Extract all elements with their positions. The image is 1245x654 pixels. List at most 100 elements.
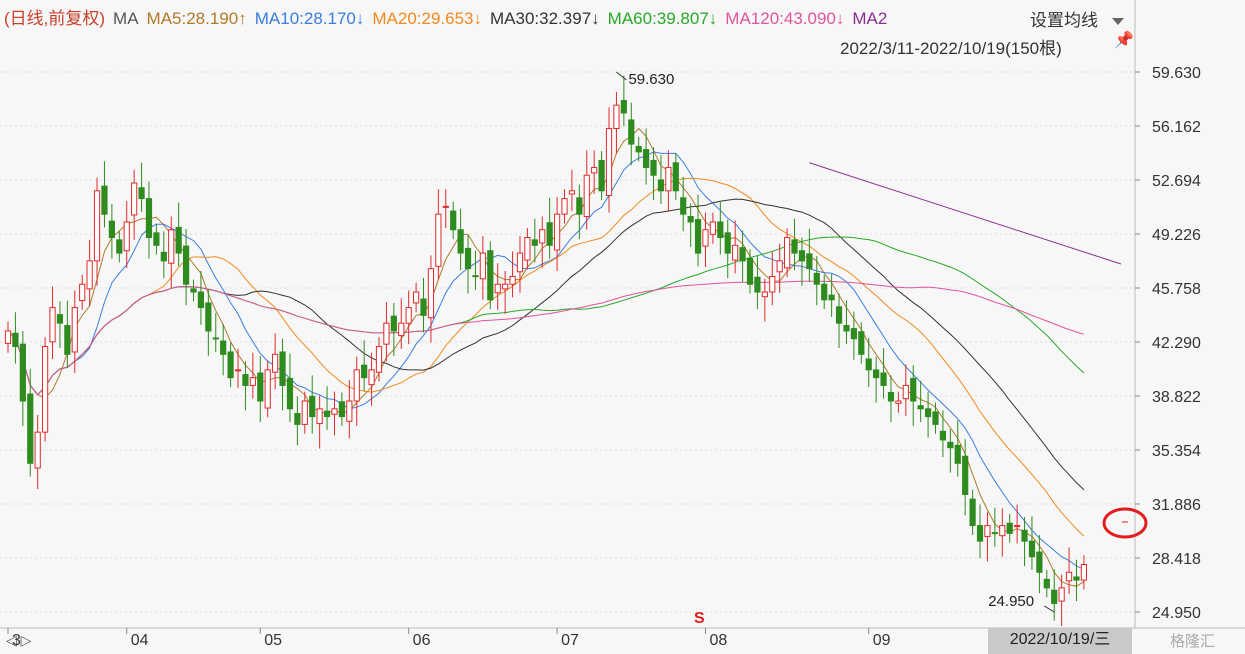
candle-body (880, 372, 887, 386)
candle (316, 395, 323, 449)
candle-body (1043, 578, 1050, 589)
candle-body (524, 237, 531, 261)
ma5-line (7, 127, 1085, 587)
grid-lines (0, 0, 1245, 634)
y-tick-label: 35.354 (1152, 443, 1201, 460)
highlight-circle (1102, 507, 1148, 539)
candle (242, 361, 249, 411)
candle-body (383, 322, 390, 345)
watermark: 格隆汇 (1170, 633, 1216, 650)
candle (873, 356, 880, 403)
candle (561, 189, 568, 224)
candle (1080, 555, 1088, 590)
candle (264, 360, 271, 418)
candle (160, 231, 167, 279)
candle-body (405, 307, 412, 324)
candle-body (190, 288, 197, 293)
candle-body (746, 258, 754, 285)
candle-body (316, 408, 323, 425)
candle-body (64, 324, 71, 355)
candle-body (4, 330, 12, 344)
candle-body (754, 276, 761, 293)
candle-body (346, 400, 353, 422)
candle (464, 235, 472, 294)
candle (19, 330, 26, 426)
candle (220, 323, 227, 376)
candle-body (954, 444, 961, 464)
candle (346, 379, 353, 439)
candle (375, 337, 383, 382)
x-tick-label: 09 (872, 632, 891, 649)
candle (598, 151, 605, 201)
x-tick-label: 05 (264, 632, 283, 649)
candle-body (769, 275, 776, 293)
y-axis: 59.630 56.162 52.694 49.226 45.758 42.290 38.8… (1135, 65, 1201, 622)
candle-body (628, 119, 635, 145)
candle-body (791, 239, 798, 254)
candle-body (643, 149, 650, 168)
y-tick-label: 56.162 (1152, 119, 1201, 136)
candle-body (249, 377, 256, 386)
candle (494, 263, 501, 310)
settings-label: 设置均线 (1030, 11, 1098, 30)
candle-body (212, 337, 219, 340)
candle (643, 128, 650, 185)
candle-body (1073, 576, 1080, 581)
candle-body (932, 411, 939, 425)
candle-body (131, 182, 138, 216)
candle (732, 220, 739, 274)
candle (294, 396, 301, 446)
candle-body (123, 221, 130, 252)
candle (850, 311, 857, 360)
candle-body (887, 391, 895, 402)
candle (175, 202, 182, 267)
candle (205, 289, 212, 356)
candle (628, 102, 635, 166)
pin-icon[interactable]: 📌 (1114, 30, 1134, 50)
candle-body (413, 291, 420, 304)
candle-body (368, 369, 375, 386)
candle (234, 348, 242, 388)
mode-label: (日线,前复权) (4, 9, 106, 28)
candle-body (494, 283, 501, 294)
candle (835, 293, 843, 349)
annotation-label: 59.630 (628, 71, 674, 88)
ma20-value: MA20:29.653↓ (372, 9, 483, 28)
candle (895, 391, 902, 413)
candle-body (650, 159, 657, 176)
candle (546, 197, 553, 259)
candle (724, 219, 731, 279)
candle (145, 181, 153, 259)
candle (947, 429, 954, 473)
candle-body (1006, 522, 1013, 534)
candle-body (79, 283, 86, 302)
candle-body (442, 205, 449, 208)
candle (323, 386, 331, 430)
candle-body (323, 410, 331, 418)
candle (79, 274, 86, 310)
candle-body (924, 408, 932, 418)
candle (42, 337, 49, 442)
candle-body (435, 213, 442, 267)
x-tick-label: 04 (130, 632, 149, 649)
candle (420, 278, 427, 333)
candle-body (850, 328, 857, 340)
candle (954, 420, 961, 477)
candle-body (182, 245, 190, 285)
candle (821, 274, 828, 310)
candle-body (687, 215, 694, 223)
candle-body (286, 377, 294, 410)
candle (4, 321, 12, 353)
candle-body (145, 198, 153, 239)
candle-body (976, 525, 984, 542)
ma-settings-dropdown[interactable]: 设置均线 (1030, 6, 1124, 31)
price-chart[interactable]: 59.630 56.162 52.694 49.226 45.758 42.290 38.8… (0, 0, 1245, 654)
candle (620, 75, 627, 127)
ma250-value: MA2 (852, 9, 888, 28)
candle-body (583, 174, 590, 217)
cursor-date: 2022/10/19/三 (988, 628, 1132, 654)
y-tick-label: 31.886 (1152, 497, 1201, 514)
candle (969, 489, 976, 535)
candle-body (739, 247, 746, 262)
candle (1051, 569, 1058, 621)
